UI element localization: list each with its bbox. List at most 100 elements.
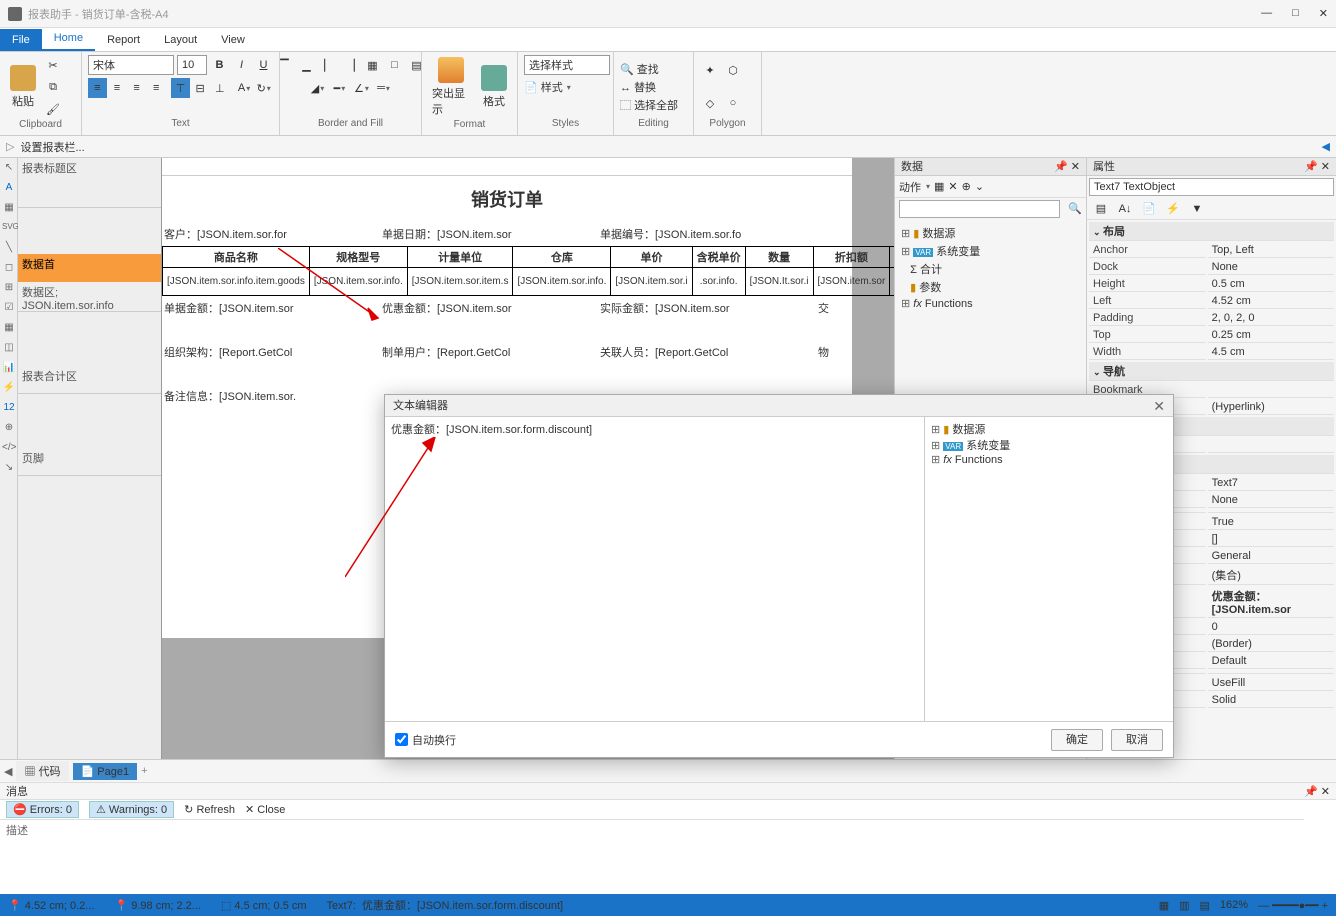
cancel-button[interactable]: 取消 <box>1111 729 1163 751</box>
field-contact[interactable]: 关联人员：[Report.GetCol <box>600 344 818 360</box>
align-left-icon[interactable]: ≡ <box>88 78 107 98</box>
zip-icon[interactable]: ⚡ <box>2 382 16 396</box>
replace-button[interactable]: ↔ 替换 <box>620 79 678 95</box>
poly1-icon[interactable]: ✦ <box>700 60 720 80</box>
dialog-editor[interactable]: 优惠金额：[JSON.item.sor.form.discount] <box>385 417 925 721</box>
bold-icon[interactable]: B <box>210 55 229 75</box>
shape-icon[interactable]: ◻ <box>2 262 16 276</box>
pin-icon[interactable]: 📌 ✕ <box>1304 783 1330 801</box>
line-icon[interactable]: ╲ <box>2 242 16 256</box>
field-customer[interactable]: 客户：[JSON.item.sor.for <box>164 226 382 242</box>
warnings-button[interactable]: ⚠ Warnings: 0 <box>89 801 174 818</box>
minimize-icon[interactable]: — <box>1261 7 1272 20</box>
valign-top-icon[interactable]: ⊤ <box>171 78 190 98</box>
data-tree[interactable]: ▮ 数据源 VAR 系统变量 Σ 合计 ▮ 参数 fx Functions <box>895 220 1086 315</box>
globe-icon[interactable]: ⊕ <box>2 422 16 436</box>
cut-icon[interactable]: ✂ <box>43 55 63 75</box>
tab-page1[interactable]: 📄 Page1 <box>73 763 138 780</box>
fontsize-select[interactable] <box>177 55 207 75</box>
pin-icon[interactable]: 📌 ✕ <box>1304 158 1330 175</box>
text-icon[interactable]: A <box>2 182 16 196</box>
view-icon2[interactable]: ▥ <box>1179 899 1189 912</box>
data-table[interactable]: 商品名称规格型号 计量单位仓库 单价含税单价 数量折扣额 [JSON.item.… <box>162 246 894 296</box>
band-datahead[interactable]: 数据首 <box>18 254 161 282</box>
poly4-icon[interactable]: ○ <box>723 93 743 113</box>
field-remark[interactable]: 备注信息：[JSON.item.sor. <box>164 388 296 404</box>
align-right-icon[interactable]: ≡ <box>127 78 146 98</box>
maximize-icon[interactable]: □ <box>1292 7 1299 20</box>
fontcolor-icon[interactable]: A▾ <box>235 78 254 98</box>
band-title[interactable]: 报表标题区 <box>18 158 161 208</box>
sub-icon[interactable]: ◫ <box>2 342 16 356</box>
valign-mid-icon[interactable]: ⊟ <box>191 78 210 98</box>
align-center-icon[interactable]: ≡ <box>108 78 127 98</box>
valign-bot-icon[interactable]: ⊥ <box>210 78 229 98</box>
poly2-icon[interactable]: ⬡ <box>723 60 743 80</box>
field-no[interactable]: 单据编号：[JSON.item.sor.fo <box>600 226 850 242</box>
tab-report[interactable]: Report <box>95 29 152 51</box>
close-icon[interactable]: ✕ <box>1319 7 1328 20</box>
code-icon[interactable]: </> <box>2 442 16 456</box>
italic-icon[interactable]: I <box>232 55 251 75</box>
autowrap-checkbox[interactable]: 自动换行 <box>395 732 456 748</box>
data-search[interactable] <box>899 200 1060 218</box>
fill-icon[interactable]: ◢▾ <box>308 78 328 98</box>
dialog-tree[interactable]: ▮ 数据源 VAR 系统变量 fx Functions <box>925 417 1173 721</box>
barcode-icon[interactable]: ⊞ <box>2 282 16 296</box>
add-tab-icon[interactable]: + <box>141 765 147 777</box>
linec-icon[interactable]: ∠▾ <box>352 78 372 98</box>
tb-icon2[interactable]: ✕ <box>948 180 957 193</box>
align-justify-icon[interactable]: ≡ <box>147 78 166 98</box>
set-bands-button[interactable]: 设置报表栏... <box>20 139 84 155</box>
band-footer[interactable]: 页脚 <box>18 448 161 476</box>
tb-icon[interactable]: ▦ <box>934 180 944 193</box>
errors-button[interactable]: ⛔ Errors: 0 <box>6 801 79 818</box>
border-bot-icon[interactable]: ▁ <box>297 55 317 75</box>
field-actual[interactable]: 实际金额：[JSON.item.sor <box>600 300 818 316</box>
find-button[interactable]: 🔍 查找 <box>620 61 678 77</box>
highlight-button[interactable]: 突出显示 <box>428 55 474 119</box>
more-icon[interactable]: ↘ <box>2 462 16 476</box>
table-icon[interactable]: ▦ <box>2 322 16 336</box>
tab-view[interactable]: View <box>209 29 257 51</box>
rotate-icon[interactable]: ↻▾ <box>254 78 273 98</box>
font-select[interactable] <box>88 55 174 75</box>
tab-file[interactable]: File <box>0 29 42 51</box>
selectall-button[interactable]: ⬚ 选择全部 <box>620 97 678 113</box>
pin-icon[interactable]: 📌 ✕ <box>1054 158 1080 175</box>
field-org[interactable]: 组织架构：[Report.GetCol <box>164 344 382 360</box>
field-date[interactable]: 单据日期：[JSON.item.sor <box>382 226 600 242</box>
field-discount[interactable]: 优惠金额：[JSON.item.sor <box>382 300 600 316</box>
close-button[interactable]: ✕ Close <box>245 803 285 816</box>
az-icon[interactable]: A↓ <box>1115 199 1135 219</box>
poly3-icon[interactable]: ◇ <box>700 93 720 113</box>
band-sum[interactable]: 报表合计区 <box>18 366 161 394</box>
copy-icon[interactable]: ⧉ <box>43 77 63 97</box>
check-icon[interactable]: ☑ <box>2 302 16 316</box>
style-icon[interactable]: 📄 <box>524 81 538 94</box>
num-icon[interactable]: 12 <box>2 402 16 416</box>
event-icon[interactable]: ⚡ <box>1163 199 1183 219</box>
image-icon[interactable]: ▦ <box>2 202 16 216</box>
paste-button[interactable]: 粘贴 <box>6 63 40 111</box>
lines-icon[interactable]: ═▾ <box>374 78 394 98</box>
band-data[interactable]: 数据区; JSON.item.sor.info <box>18 282 161 312</box>
tb-icon4[interactable]: ⌄ <box>975 180 984 193</box>
border-none-icon[interactable]: □ <box>385 55 405 75</box>
field-user[interactable]: 制单用户：[Report.GetCol <box>382 344 600 360</box>
pointer-icon[interactable]: ↖ <box>2 162 16 176</box>
linew-icon[interactable]: ━▾ <box>330 78 350 98</box>
view-icon3[interactable]: ▤ <box>1200 899 1210 912</box>
border-all-icon[interactable]: ▦ <box>363 55 383 75</box>
tb-icon3[interactable]: ⊕ <box>962 180 971 193</box>
svg-icon[interactable]: SVG <box>2 222 16 236</box>
refresh-button[interactable]: ↻ Refresh <box>184 803 235 816</box>
border-left-icon[interactable]: ▏ <box>319 55 339 75</box>
style-select[interactable] <box>524 55 610 75</box>
format-button[interactable]: 格式 <box>477 63 511 111</box>
chart-icon[interactable]: 📊 <box>2 362 16 376</box>
prop-object[interactable]: Text7 TextObject <box>1089 178 1334 196</box>
cat-icon[interactable]: ▤ <box>1091 199 1111 219</box>
page-icon[interactable]: 📄 <box>1139 199 1159 219</box>
report-title[interactable]: 销货订单 <box>162 176 852 222</box>
